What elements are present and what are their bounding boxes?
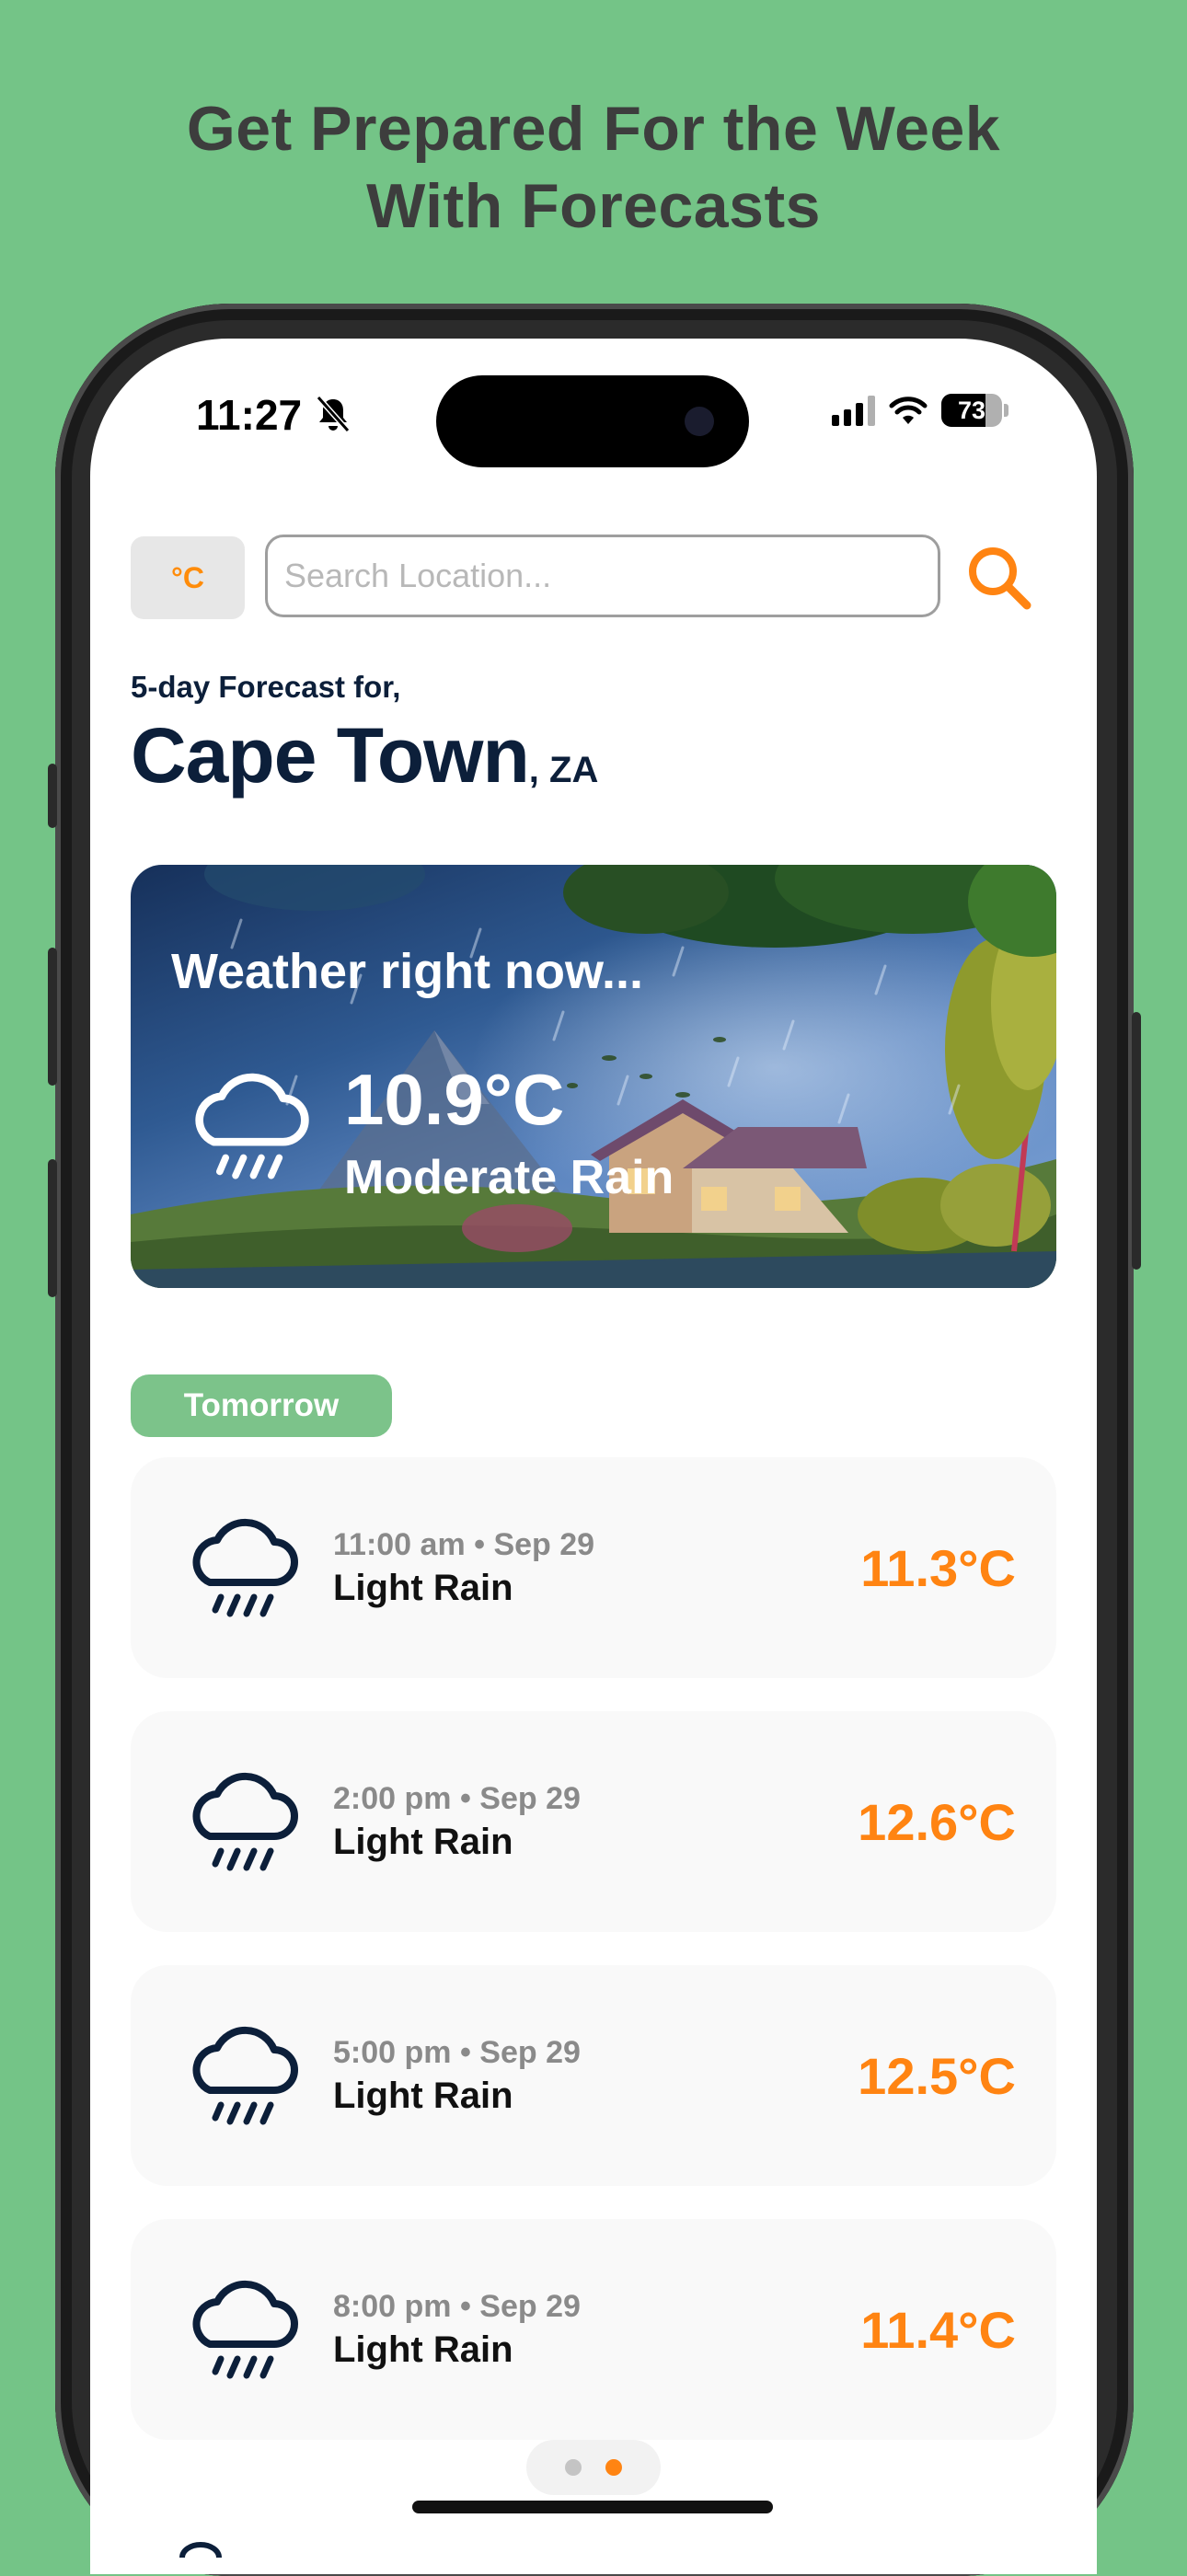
forecast-time: 2:00 pm • Sep 29 [333, 1781, 581, 1816]
volume-down-button [48, 1159, 57, 1297]
page-dot-2-active[interactable] [605, 2459, 622, 2476]
forecast-card[interactable]: 11:00 am • Sep 29 Light Rain 11.3°C [131, 1457, 1056, 1678]
section-tag-tomorrow: Tomorrow [131, 1374, 392, 1437]
dynamic-island [436, 375, 749, 467]
wifi-icon [889, 397, 928, 424]
location-title: Cape Town, ZA [131, 711, 598, 800]
current-temperature: 10.9°C [344, 1059, 565, 1140]
cellular-signal-icon [832, 395, 875, 426]
home-indicator[interactable] [412, 2501, 773, 2513]
rain-cloud-icon [192, 1772, 298, 1871]
country-code: , ZA [528, 750, 599, 790]
rain-cloud-icon [192, 2280, 298, 2379]
city-name: Cape Town [131, 712, 530, 799]
unit-toggle-button[interactable]: °C [131, 536, 245, 619]
forecast-card[interactable]: 8:00 pm • Sep 29 Light Rain 11.4°C [131, 2219, 1056, 2440]
search-location-input[interactable] [265, 535, 940, 617]
front-camera [685, 407, 714, 436]
status-time: 11:27 [196, 391, 303, 439]
forecast-label: 5-day Forecast for, [131, 670, 401, 704]
battery-icon: 73 [941, 394, 1002, 427]
power-button [1132, 1012, 1141, 1270]
forecast-time: 5:00 pm • Sep 29 [333, 2035, 581, 2070]
bell-slash-icon [316, 396, 351, 432]
forecast-condition: Light Rain [333, 2329, 513, 2370]
rain-cloud-icon [192, 1518, 298, 1617]
promo-headline-line2: With Forecasts [366, 171, 821, 241]
app-screen: 11:27 73 °C 5-day Forecast for, Cape Tow… [90, 339, 1097, 2574]
battery-level: 73 [957, 396, 986, 424]
current-condition: Moderate Rain [344, 1151, 674, 1204]
volume-up-button [48, 948, 57, 1086]
forecast-condition: Light Rain [333, 1568, 513, 1608]
search-icon[interactable] [964, 543, 1034, 613]
rain-cloud-icon [192, 2026, 298, 2125]
page-indicator[interactable] [526, 2440, 661, 2495]
forecast-condition: Light Rain [333, 2076, 513, 2116]
status-indicators: 73 [832, 390, 1008, 431]
forecast-time: 11:00 am • Sep 29 [333, 1527, 595, 1562]
forecast-temperature: 12.6°C [858, 1793, 1016, 1851]
forecast-temperature: 11.4°C [860, 2301, 1016, 2359]
current-weather-title: Weather right now... [171, 944, 644, 999]
forecast-temperature: 12.5°C [858, 2047, 1016, 2105]
current-weather-card: Weather right now... 10.9°C Moderate Rai… [131, 865, 1056, 1288]
forecast-card[interactable]: 2:00 pm • Sep 29 Light Rain 12.6°C [131, 1711, 1056, 1932]
forecast-time: 8:00 pm • Sep 29 [333, 2289, 581, 2324]
silent-switch [48, 764, 57, 828]
battery-tip [1004, 404, 1008, 417]
forecast-condition: Light Rain [333, 1822, 513, 1862]
rain-cloud-icon [179, 2542, 222, 2559]
rain-cloud-icon [195, 1073, 309, 1179]
forecast-temperature: 11.3°C [860, 1539, 1016, 1597]
page-dot-1[interactable] [565, 2459, 582, 2476]
promo-headline: Get Prepared For the Week With Forecasts [0, 90, 1187, 245]
promo-headline-line1: Get Prepared For the Week [186, 94, 1001, 164]
forecast-card[interactable]: 5:00 pm • Sep 29 Light Rain 12.5°C [131, 1965, 1056, 2186]
